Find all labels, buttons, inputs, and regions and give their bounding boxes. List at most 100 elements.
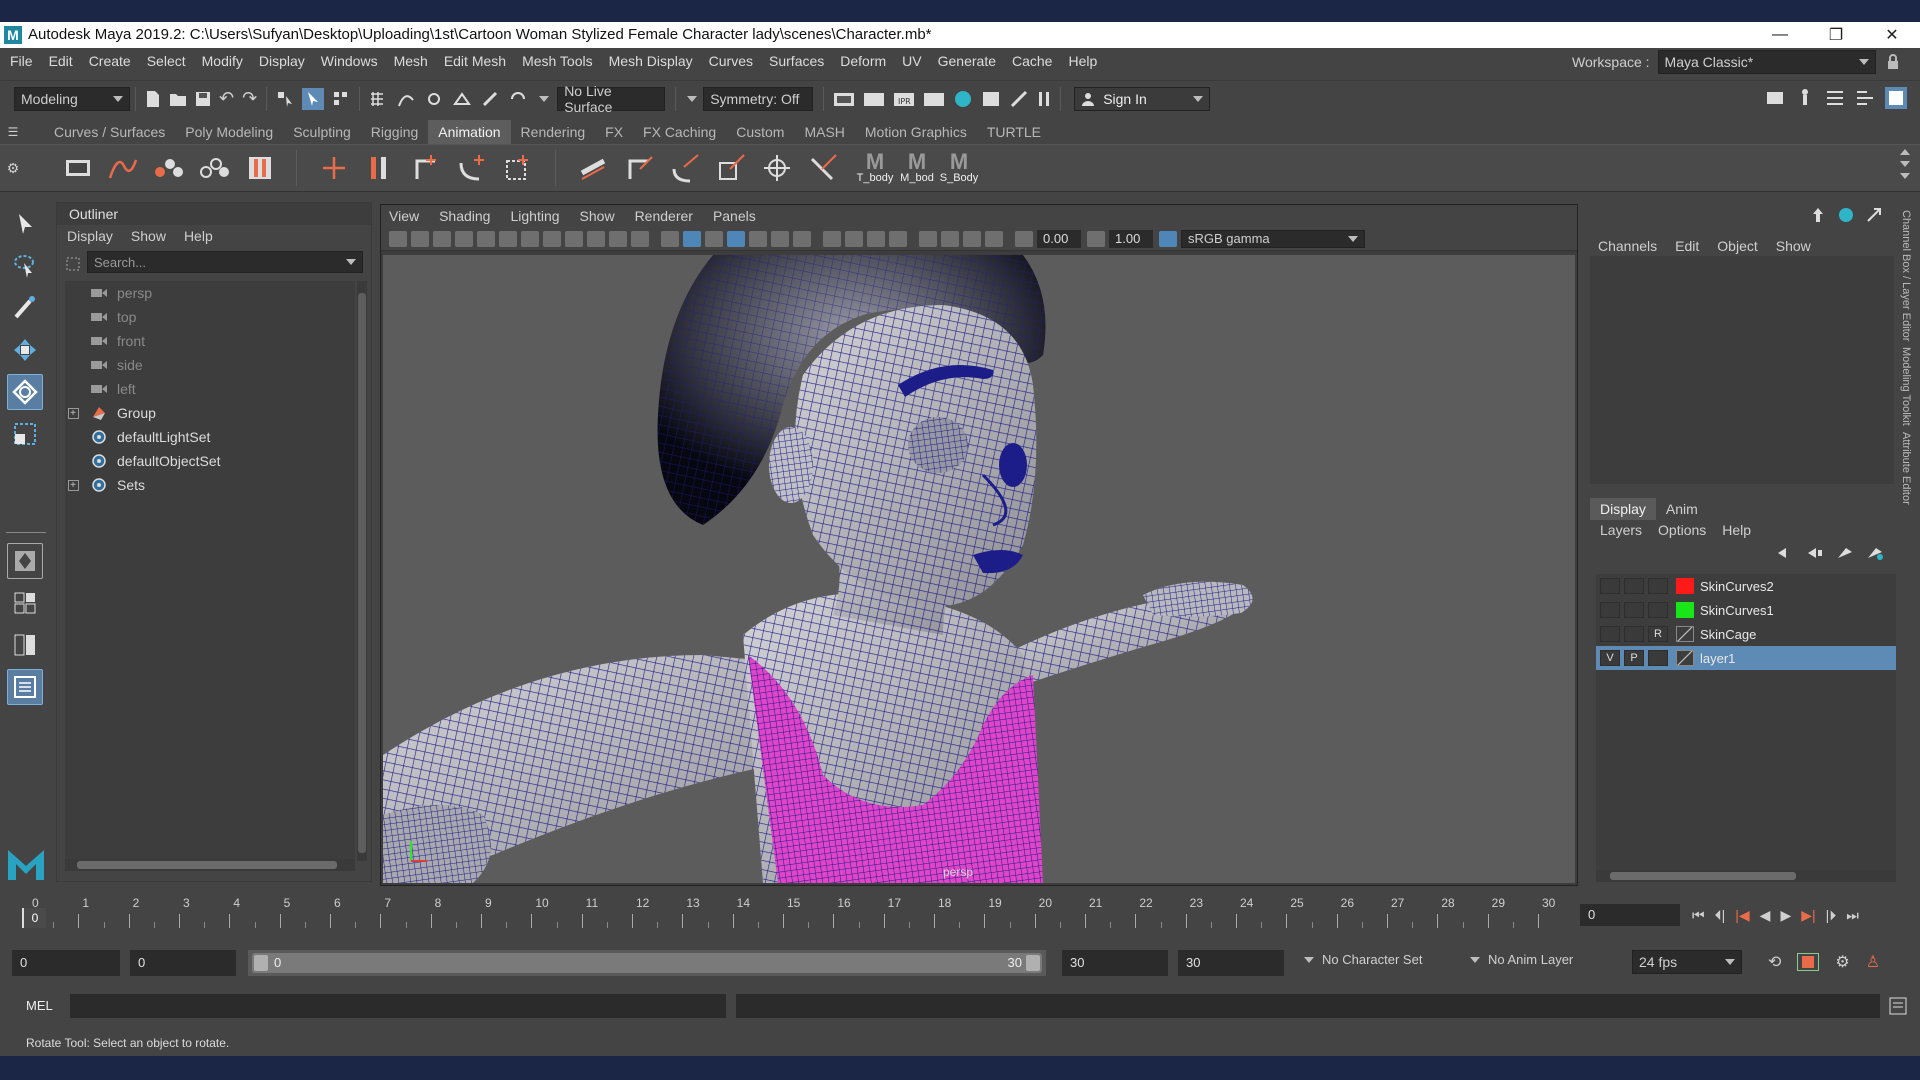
layer-p-toggle[interactable] (1624, 578, 1644, 594)
default-material-icon[interactable] (705, 230, 723, 247)
shelf-tab-animation[interactable]: Animation (428, 120, 511, 144)
orient-constraint-icon[interactable] (670, 153, 700, 183)
layer-row-skincurves2[interactable]: SkinCurves2 (1596, 574, 1896, 598)
outliner-menu-help[interactable]: Help (184, 228, 213, 244)
undo-icon[interactable]: ↶ (219, 88, 234, 109)
dope-sheet-icon[interactable] (200, 154, 230, 182)
symmetry-field[interactable]: Symmetry: Off (703, 86, 814, 111)
m-bod-button[interactable]: M M_bod (896, 151, 938, 185)
shelf-scroll[interactable] (1900, 149, 1910, 189)
layer-row-skincage[interactable]: R SkinCage (1596, 622, 1896, 646)
channel-box-toggle-icon[interactable] (1885, 87, 1907, 109)
layer-v-toggle[interactable] (1600, 578, 1620, 594)
shelf-options-icon[interactable]: ☰ (0, 125, 26, 139)
range-bar[interactable]: 0 30 (248, 950, 1046, 976)
outliner-filter-icon[interactable] (65, 256, 81, 272)
layer-color-swatch[interactable] (1676, 650, 1694, 666)
viewport-menu-panels[interactable]: Panels (713, 208, 756, 224)
playblast-icon[interactable] (64, 154, 92, 182)
outliner-vertical-scrollbar[interactable] (357, 281, 367, 861)
range-end-handle[interactable] (1026, 955, 1040, 971)
layer-r-toggle[interactable] (1648, 602, 1668, 618)
xray-joints-icon[interactable] (985, 230, 1003, 247)
side-tab-channel-box[interactable]: Channel Box / Layer Editor (1900, 210, 1912, 341)
script-editor-icon[interactable] (1888, 996, 1908, 1016)
menu-modify[interactable]: Modify (194, 48, 251, 74)
chevron-down-icon[interactable] (687, 95, 698, 102)
menu-mesh-display[interactable]: Mesh Display (601, 48, 701, 74)
open-scene-icon[interactable] (169, 91, 187, 107)
light-editor-icon[interactable] (1009, 90, 1029, 108)
step-back-frame-icon[interactable]: ⏴| (1715, 907, 1726, 924)
save-scene-icon[interactable] (195, 91, 211, 107)
resolution-gate-icon[interactable] (565, 230, 583, 247)
time-ruler[interactable]: 0 1 2 3 4 5 6 7 8 9 10 11 12 13 14 15 16 17 18 19 20 21 22 23 24… (18, 896, 1570, 930)
parent-constraint-icon[interactable] (578, 153, 608, 183)
render-view-icon[interactable] (863, 90, 885, 108)
menu-set-select[interactable]: Modeling (14, 86, 130, 111)
animation-start-field[interactable]: 0 (12, 950, 120, 976)
ik-handle-icon[interactable] (411, 153, 441, 183)
side-tab-attribute-editor[interactable]: Attribute Editor (1900, 432, 1912, 505)
step-forward-frame-icon[interactable]: |⏵ (1826, 907, 1837, 924)
outliner-item-defaultobjectset[interactable]: defaultObjectSet (65, 449, 355, 473)
render-setup-icon[interactable] (981, 90, 1001, 108)
xray-icon[interactable] (941, 230, 959, 247)
snap-point-icon[interactable] (425, 90, 445, 108)
attribute-editor-toggle-icon[interactable] (1825, 88, 1845, 108)
set-key-icon[interactable] (154, 154, 184, 182)
aim-constraint-icon[interactable] (762, 153, 792, 183)
character-set-select[interactable]: No Character Set (1322, 952, 1462, 967)
screen-space-ao-icon[interactable] (823, 230, 841, 247)
select-hierarchy-icon[interactable] (276, 90, 294, 108)
layer-color-swatch[interactable] (1676, 578, 1694, 594)
shelf-tab-turtle[interactable]: TURTLE (977, 120, 1051, 144)
expand-icon[interactable]: + (65, 407, 87, 419)
layer-tab-display[interactable]: Display (1590, 498, 1656, 520)
scale-tool-button[interactable] (7, 416, 43, 452)
layer-color-swatch[interactable] (1676, 602, 1694, 618)
sign-in-button[interactable]: Sign In (1074, 86, 1211, 111)
outliner-layout-button[interactable] (7, 669, 43, 705)
restore-button[interactable]: ❐ (1808, 25, 1864, 45)
image-plane-icon[interactable] (455, 230, 473, 247)
menu-generate[interactable]: Generate (930, 48, 1004, 74)
layer-v-toggle[interactable] (1600, 626, 1620, 642)
outliner-item-persp[interactable]: persp (65, 281, 355, 305)
outliner-search-input[interactable]: Search... (87, 251, 363, 273)
render-settings-icon[interactable] (923, 90, 945, 108)
layer-color-swatch[interactable] (1676, 626, 1694, 642)
fps-select[interactable]: 24 fps (1632, 950, 1742, 974)
menu-select[interactable]: Select (139, 48, 194, 74)
shelf-tab-rigging[interactable]: Rigging (361, 120, 428, 144)
select-component-icon[interactable] (332, 90, 350, 108)
exposure-icon[interactable] (1015, 230, 1033, 247)
play-backwards-icon[interactable]: ◀ (1760, 907, 1771, 924)
2d-pan-zoom-icon[interactable] (477, 230, 495, 247)
side-tab-modeling-toolkit[interactable]: Modeling Toolkit (1900, 347, 1912, 426)
go-to-start-icon[interactable]: ⏮ (1692, 907, 1705, 924)
s-body-button[interactable]: M S_Body (938, 151, 980, 185)
wireframe-icon[interactable] (661, 230, 679, 247)
snap-live-icon[interactable] (481, 90, 501, 108)
graph-editor-icon[interactable] (108, 154, 138, 182)
paint-select-tool-button[interactable] (7, 290, 43, 326)
lasso-tool-button[interactable] (7, 248, 43, 284)
color-management-icon[interactable] (1159, 230, 1177, 247)
channel-box-options-icon[interactable] (1809, 206, 1827, 224)
new-scene-icon[interactable] (145, 90, 161, 108)
field-chart-icon[interactable] (609, 230, 627, 247)
shelf-gear-icon[interactable]: ⚙ (0, 160, 26, 177)
snap-curve-icon[interactable] (397, 90, 417, 108)
refresh-icon[interactable] (1837, 206, 1855, 224)
shelf-tab-rendering[interactable]: Rendering (511, 120, 596, 144)
single-view-layout-button[interactable] (7, 543, 43, 579)
auto-key-icon[interactable] (1797, 953, 1820, 971)
snap-grid-icon[interactable] (369, 90, 389, 108)
xray-active-icon[interactable] (963, 230, 981, 247)
point-constraint-icon[interactable] (624, 153, 654, 183)
grease-pencil-icon[interactable] (499, 230, 517, 247)
render-current-frame-icon[interactable] (833, 90, 855, 108)
shelf-tab-curves-surfaces[interactable]: Curves / Surfaces (44, 120, 175, 144)
playback-end-field[interactable]: 30 (1062, 950, 1168, 976)
